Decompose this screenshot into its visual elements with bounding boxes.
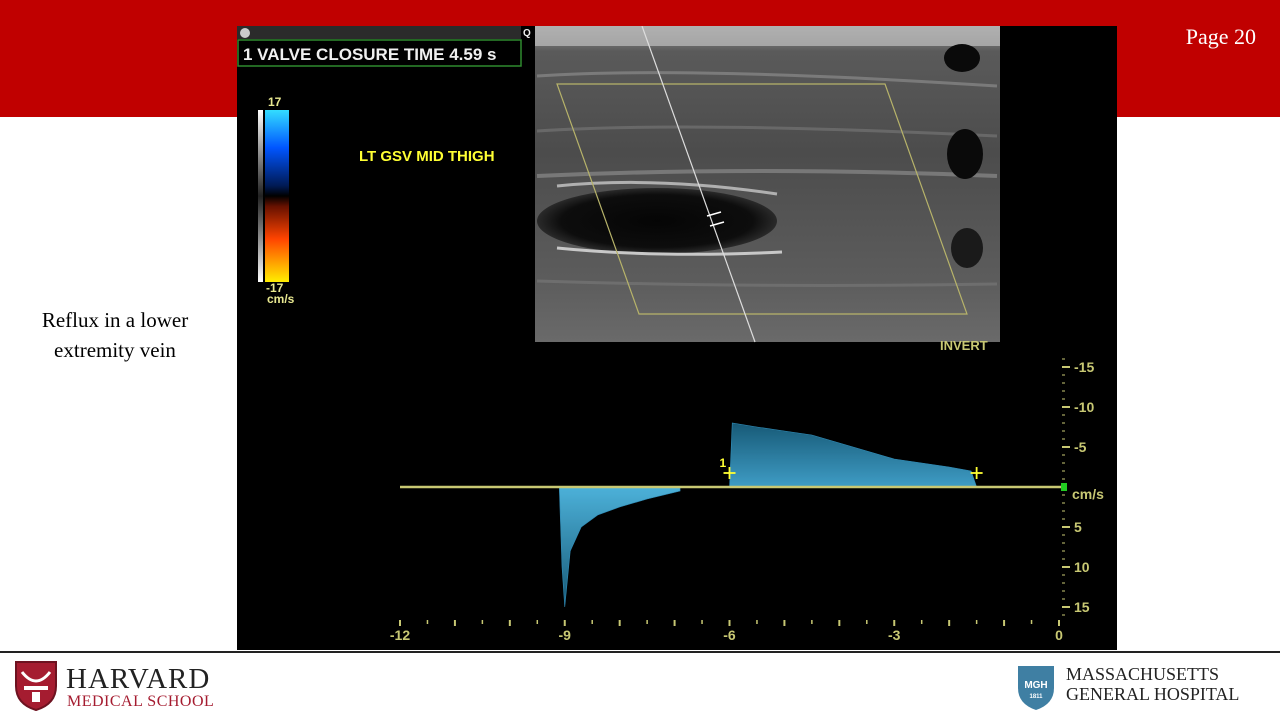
color-scale: 17 -17 cm/s [258, 95, 295, 306]
mgh-wordmark-line1: MASSACHUSETTS [1066, 664, 1220, 684]
y-tick-label: 5 [1074, 519, 1082, 535]
harvard-shield-icon [15, 661, 57, 712]
y-tick-label: 15 [1074, 599, 1090, 615]
mgh-logo: MGH 1811 MASSACHUSETTS GENERAL HOSPITAL [1016, 664, 1266, 714]
y-tick-label: -15 [1074, 359, 1094, 375]
location-label: LT GSV MID THIGH [359, 148, 495, 165]
flow-envelope-2 [729, 422, 978, 488]
x-tick-label: -6 [723, 627, 736, 643]
measurement-label: 1 VALVE CLOSURE TIME 4.59 s [243, 45, 497, 64]
ultrasound-svg: 1 VALVE CLOSURE TIME 4.59 s Q 17 -17 cm/… [237, 26, 1104, 643]
record-icon [240, 28, 250, 38]
y-tick-label: 10 [1074, 559, 1090, 575]
x-tick-label: -3 [888, 627, 901, 643]
x-tick-label: -9 [559, 627, 572, 643]
corner-label: Q [523, 28, 531, 39]
x-tick-label: 0 [1055, 627, 1063, 643]
color-scale-unit: cm/s [267, 292, 295, 306]
slide-caption: Reflux in a lower extremity vein [20, 305, 210, 365]
svg-text:MGH: MGH [1024, 680, 1047, 691]
y-tick-label: -5 [1074, 439, 1087, 455]
velocity-unit-label: cm/s [1072, 486, 1104, 502]
mgh-shield-icon: MGH 1811 [1018, 666, 1054, 710]
doppler-spectrum: -15 -10 -5 5 10 15 cm/s -12 -9 -6 -3 0 1 [390, 358, 1104, 643]
x-tick-label: -12 [390, 627, 410, 643]
caption-line-1: Reflux in a lower [41, 308, 189, 332]
cursor-number-label: 1 [720, 456, 727, 470]
invert-label: INVERT [940, 338, 988, 353]
color-scale-max: 17 [268, 95, 282, 109]
mgh-wordmark-line2: GENERAL HOSPITAL [1066, 684, 1240, 704]
harvard-subtitle: MEDICAL SCHOOL [67, 693, 215, 710]
page-number: Page 20 [1185, 24, 1256, 49]
measurement-box: 1 VALVE CLOSURE TIME 4.59 s Q [237, 26, 531, 67]
ultrasound-image: 1 VALVE CLOSURE TIME 4.59 s Q 17 -17 cm/… [237, 26, 1117, 650]
flow-envelope-1 [558, 486, 681, 608]
harvard-logo: HARVARD MEDICAL SCHOOL [14, 660, 224, 716]
baseline-marker [1061, 483, 1067, 491]
time-axis: -12 -9 -6 -3 0 [390, 620, 1063, 643]
harvard-wordmark: HARVARD [66, 663, 211, 695]
b-mode-image [535, 26, 1000, 343]
svg-text:1811: 1811 [1029, 694, 1043, 700]
y-tick-label: -10 [1074, 399, 1094, 415]
caption-line-2: extremity vein [54, 338, 176, 362]
footer-rule [0, 651, 1280, 653]
